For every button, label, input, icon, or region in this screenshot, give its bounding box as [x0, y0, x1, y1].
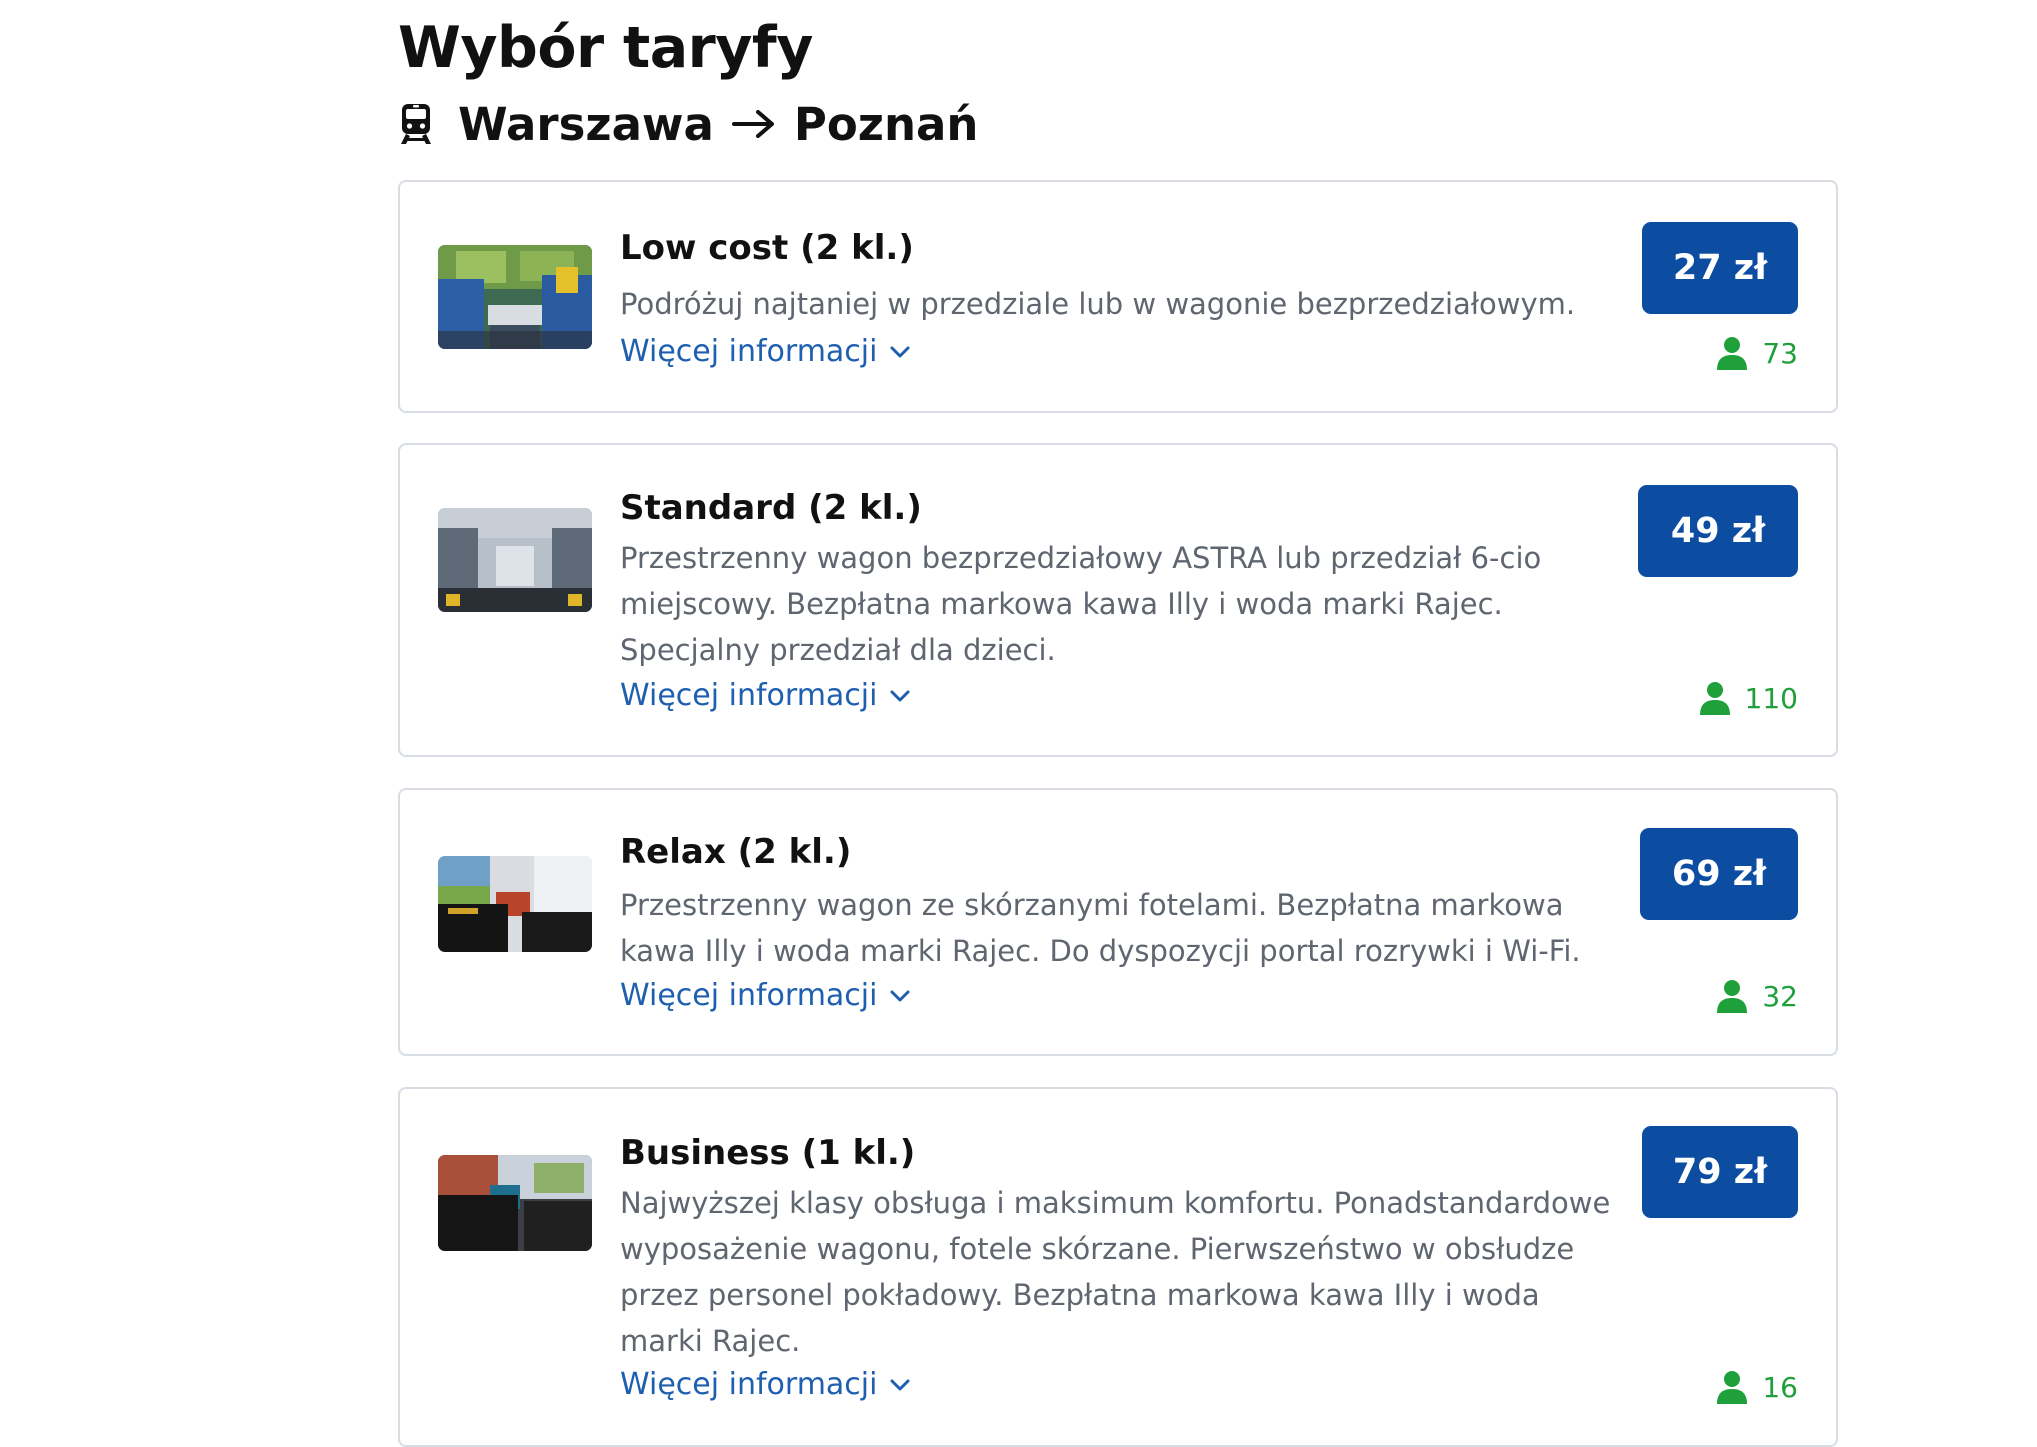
arrow-right-icon [731, 109, 776, 139]
fare-name: Business (1 kl.) [620, 1133, 916, 1173]
seats-count: 73 [1762, 336, 1798, 370]
person-icon [1716, 336, 1748, 370]
person-icon [1716, 1370, 1748, 1404]
available-seats: 32 [1716, 976, 1798, 1016]
more-info-link[interactable]: Więcej informacji [620, 676, 911, 716]
fare-name: Relax (2 kl.) [620, 832, 852, 872]
fare-description: Przestrzenny wagon bezprzedziałowy ASTRA… [620, 541, 1542, 667]
fare-name: Low cost (2 kl.) [620, 228, 914, 268]
more-info-label: Więcej informacji [620, 1367, 878, 1402]
more-info-link[interactable]: Więcej informacji [620, 976, 911, 1016]
seats-count: 32 [1762, 979, 1798, 1013]
fare-card-low-cost[interactable]: Low cost (2 kl.) Podróżuj najtaniej w pr… [398, 180, 1838, 413]
price-button[interactable]: 49 zł [1638, 485, 1798, 577]
fare-description: Podróżuj najtaniej w przedziale lub w wa… [620, 287, 1576, 321]
seats-count: 16 [1762, 1370, 1798, 1404]
available-seats: 73 [1716, 333, 1798, 373]
price-button[interactable]: 69 zł [1640, 828, 1798, 920]
fare-card-standard[interactable]: Standard (2 kl.) Przestrzenny wagon bezp… [398, 443, 1838, 757]
fare-name: Standard (2 kl.) [620, 488, 922, 528]
fare-photo-low-cost [438, 245, 592, 349]
fare-card-business[interactable]: Business (1 kl.) Najwyższej klasy obsług… [398, 1087, 1838, 1447]
more-info-link[interactable]: Więcej informacji [620, 1365, 911, 1405]
route-to: Poznań [793, 97, 979, 151]
route-header: Warszawa Poznań [400, 88, 978, 160]
available-seats: 110 [1699, 678, 1798, 718]
fare-description: Najwyższej klasy obsługa i maksimum komf… [620, 1186, 1611, 1358]
fare-description: Przestrzenny wagon ze skórzanymi fotelam… [620, 888, 1581, 968]
price-button[interactable]: 79 zł [1642, 1126, 1798, 1218]
train-icon [400, 102, 432, 146]
chevron-down-icon [889, 345, 911, 359]
chevron-down-icon [889, 989, 911, 1003]
more-info-label: Więcej informacji [620, 678, 878, 713]
fare-photo-standard [438, 508, 592, 612]
more-info-label: Więcej informacji [620, 334, 878, 369]
page-title: Wybór taryfy [398, 15, 813, 81]
price-button[interactable]: 27 zł [1642, 222, 1798, 314]
more-info-label: Więcej informacji [620, 978, 878, 1013]
fare-photo-business [438, 1155, 592, 1251]
person-icon [1716, 979, 1748, 1013]
fare-card-relax[interactable]: Relax (2 kl.) Przestrzenny wagon ze skór… [398, 788, 1838, 1056]
more-info-link[interactable]: Więcej informacji [620, 332, 911, 372]
person-icon [1699, 681, 1731, 715]
chevron-down-icon [889, 689, 911, 703]
available-seats: 16 [1716, 1367, 1798, 1407]
fare-photo-relax [438, 856, 592, 952]
seats-count: 110 [1744, 681, 1798, 715]
route-from: Warszawa [458, 97, 714, 151]
chevron-down-icon [889, 1378, 911, 1392]
